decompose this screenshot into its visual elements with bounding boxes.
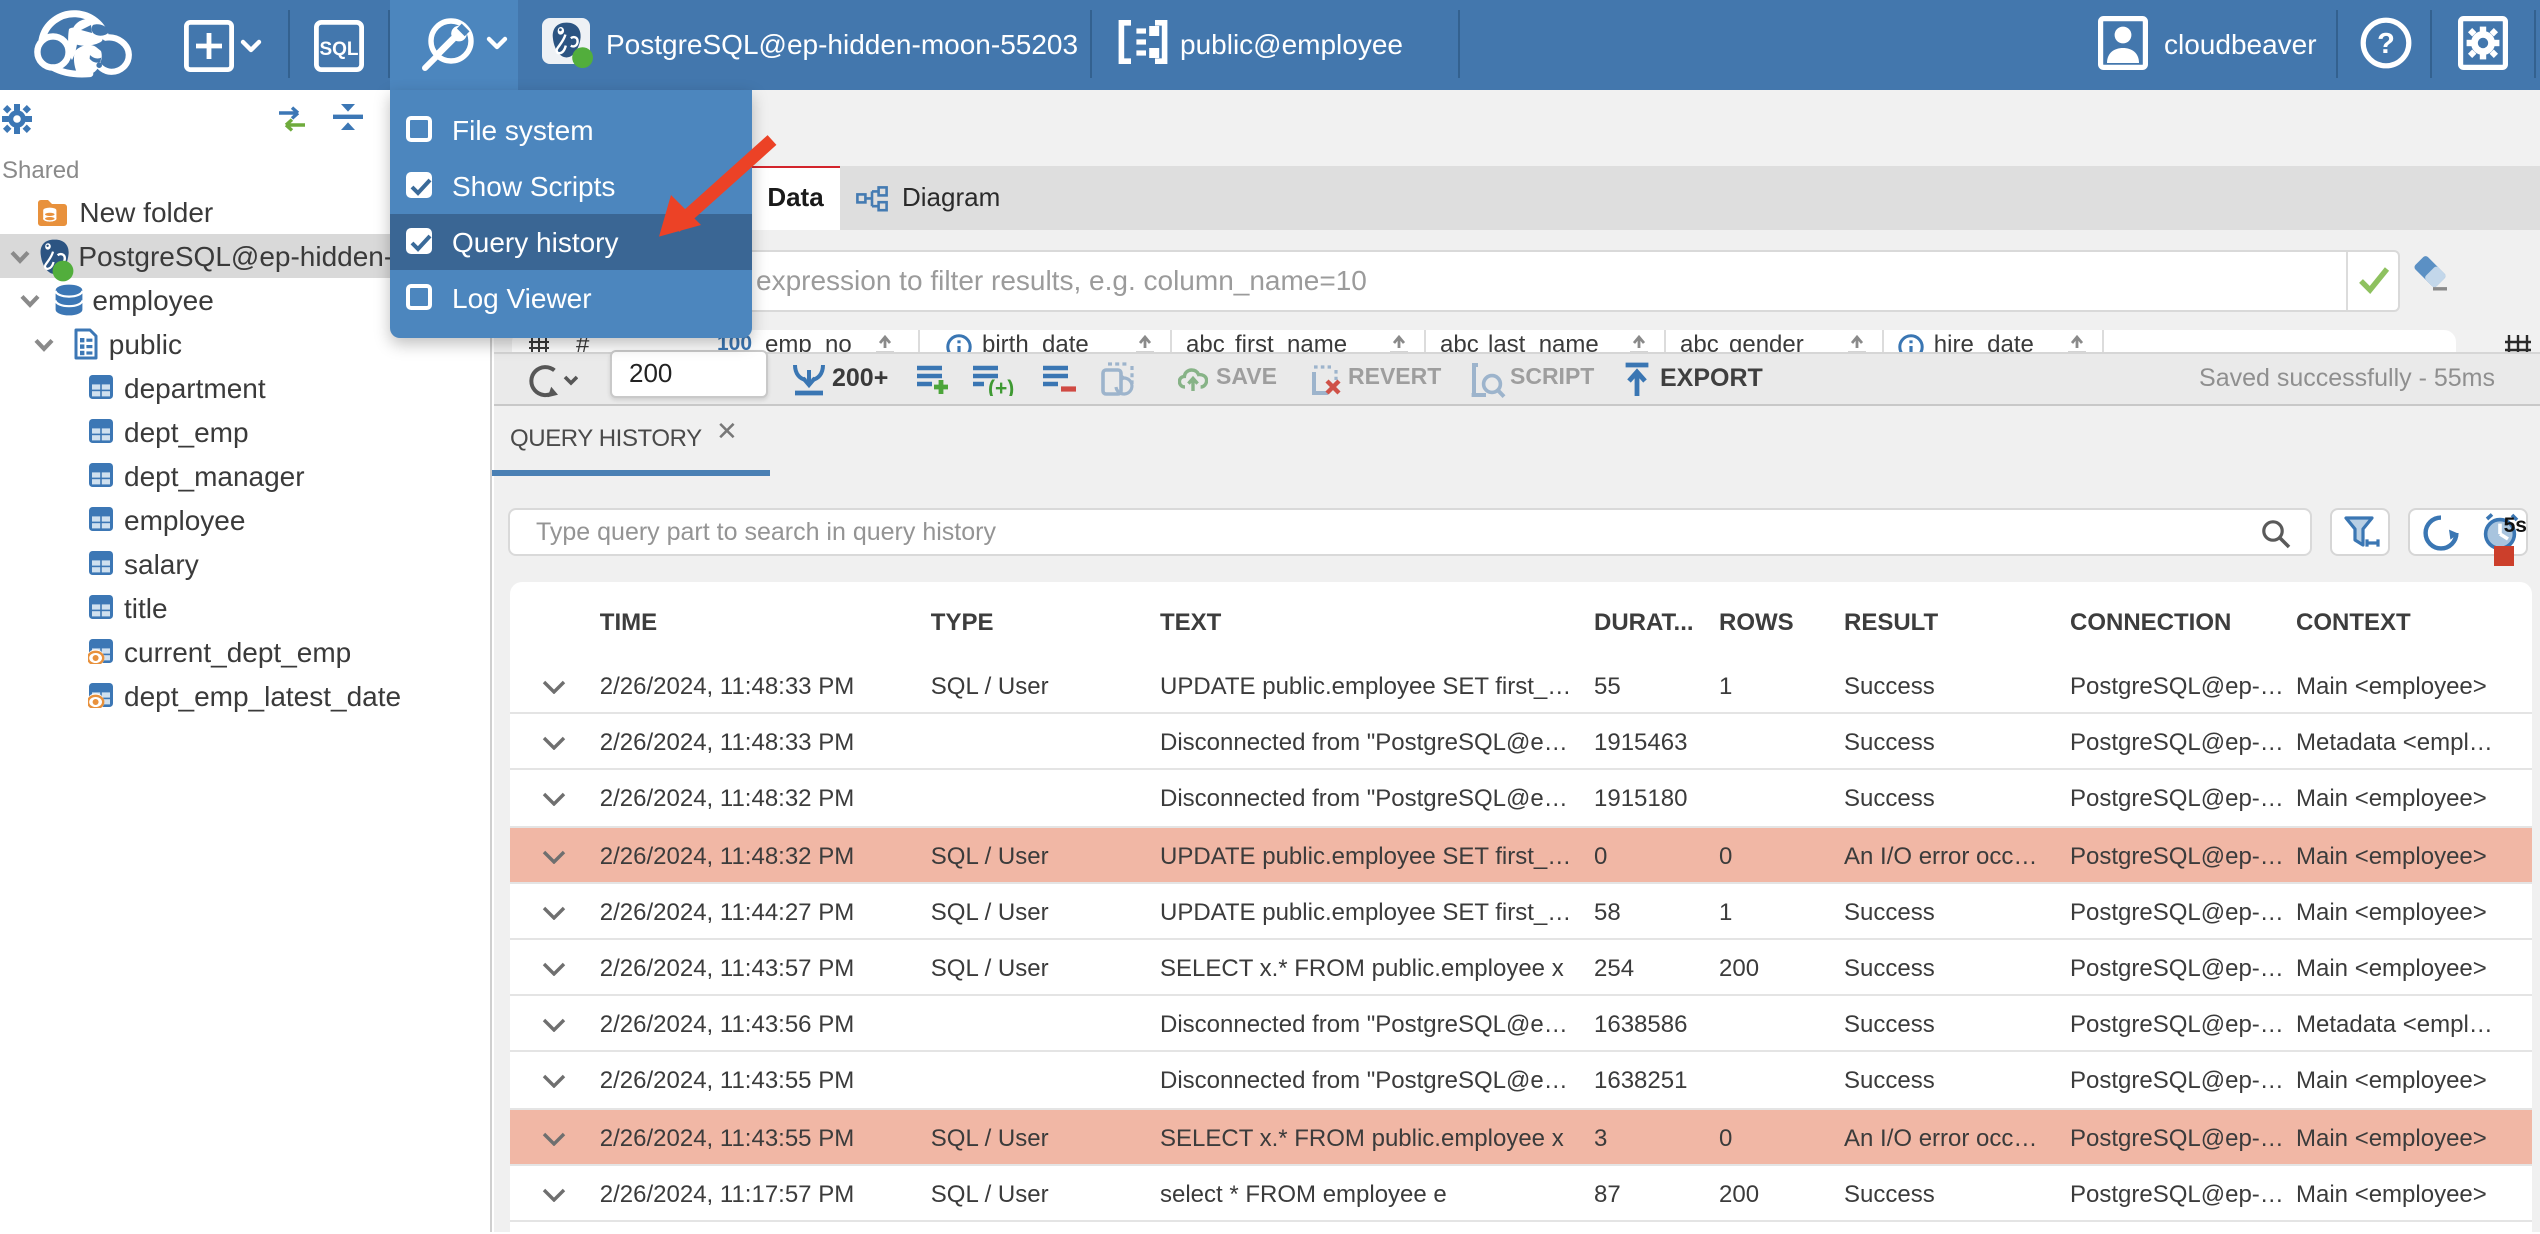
svg-text:SQL: SQL bbox=[319, 38, 358, 59]
svg-text:?: ? bbox=[2376, 28, 2394, 60]
svg-text:(+): (+) bbox=[988, 377, 1014, 396]
